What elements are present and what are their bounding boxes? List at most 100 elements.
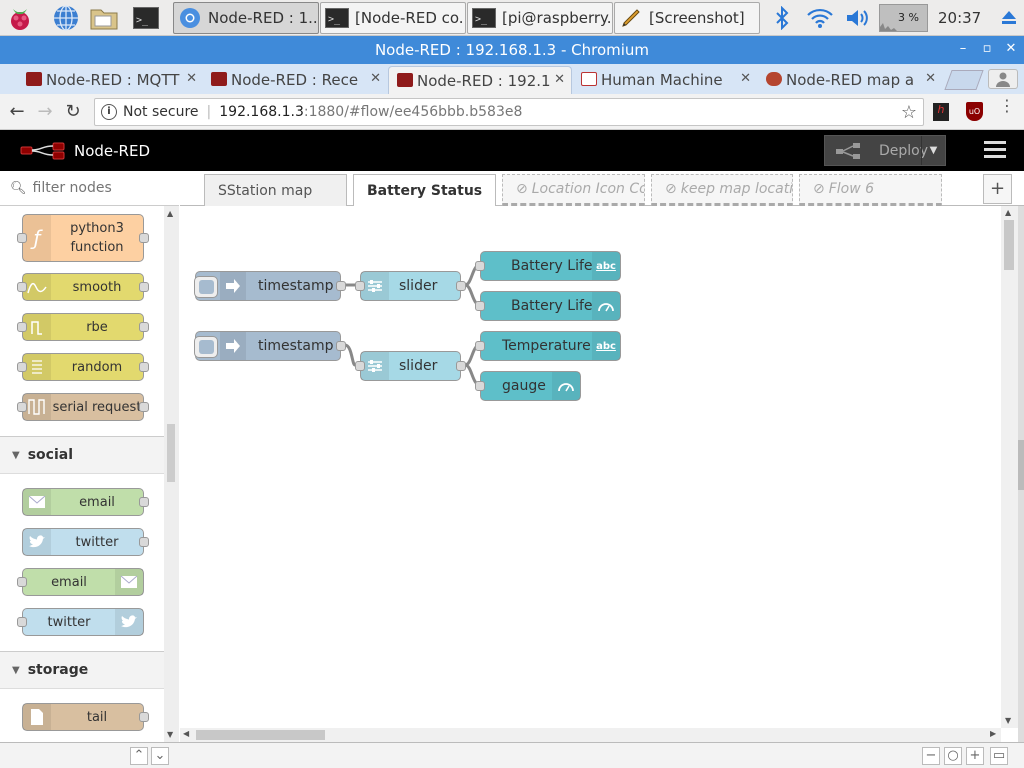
flow-node-slider[interactable]: slider [355,351,466,381]
scrollbar-thumb[interactable] [1004,220,1014,270]
task-pi-terminal[interactable]: >_ [pi@raspberry... [467,2,613,34]
canvas-vertical-scrollbar[interactable]: ▲ ▼ [1001,206,1018,728]
new-tab-button[interactable] [944,70,984,90]
bookmark-star-icon[interactable]: ☆ [901,102,917,123]
maximize-button[interactable]: ▫ [980,42,994,56]
category-header-storage[interactable]: ▼ storage [0,651,164,689]
file-manager-launcher-icon[interactable] [89,3,119,33]
palette-scrollbar[interactable]: ▲ ▼ [164,206,179,742]
palette-node-random[interactable]: random [17,353,149,381]
filter-nodes-input[interactable] [32,180,163,196]
info-icon[interactable]: i [101,104,117,120]
output-port[interactable] [456,361,466,371]
close-window-button[interactable]: ✕ [1004,42,1018,56]
volume-icon[interactable] [842,3,872,33]
flow-node-slider[interactable]: slider [355,271,466,301]
hamburger-menu-icon[interactable] [984,141,1006,159]
browser-menu-icon[interactable]: ⋮ [999,98,1015,114]
forward-arrow-icon[interactable]: → [34,101,56,123]
close-tab-icon[interactable]: ✕ [740,71,751,86]
flow-node-text[interactable]: Temperature abc [475,331,621,361]
input-port[interactable] [475,301,485,311]
output-port[interactable] [336,341,346,351]
flow-node-inject[interactable]: timestamp [194,331,346,361]
eject-icon[interactable] [994,3,1024,33]
extension-h-icon[interactable]: h [933,103,949,121]
browser-tab[interactable]: Human Machine ✕ [573,66,757,94]
collapse-all-icon[interactable]: ⌃ [130,747,148,765]
palette-node-twitter-in[interactable]: twitter [22,528,149,556]
profile-icon[interactable] [988,69,1018,89]
palette-node-python3-function[interactable]: ƒ python3 function [17,214,149,262]
sidebar-splitter[interactable] [1018,206,1024,742]
expand-all-icon[interactable]: ⌄ [151,747,169,765]
input-port[interactable] [475,261,485,271]
workspace-tab-active[interactable]: Battery Status [353,174,496,207]
filter-nodes-bar[interactable]: 🔍︎ [0,171,179,206]
palette-node-serial-request[interactable]: serial request [17,393,149,421]
close-tab-icon[interactable]: ✕ [370,71,381,86]
zoom-out-button[interactable]: − [922,747,940,765]
back-arrow-icon[interactable]: ← [6,101,28,123]
deploy-menu-chevron-icon[interactable]: ▼ [921,136,945,165]
bluetooth-icon[interactable] [767,3,797,33]
task-chromium[interactable]: Node-RED : 1... [173,2,319,34]
task-screenshot[interactable]: [Screenshot] [614,2,760,34]
input-port[interactable] [475,381,485,391]
output-port[interactable] [336,281,346,291]
address-bar[interactable]: i Not secure | 192.168.1.3:1880/#flow/ee… [94,98,924,126]
browser-tab[interactable]: Node-RED : Rece ✕ [203,66,387,94]
scroll-up-icon[interactable]: ▲ [167,209,173,218]
browser-tab[interactable]: Node-RED map a ✕ [758,66,942,94]
add-flow-button[interactable]: + [983,174,1012,204]
browser-tab[interactable]: Node-RED : MQTT ✕ [18,66,203,94]
browser-tab-active[interactable]: Node-RED : 192.1 ✕ [388,66,572,94]
terminal-launcher-icon[interactable]: >_ [131,3,161,33]
flow-node-inject[interactable]: timestamp [194,271,346,301]
workspace-tab-disabled[interactable]: ⊘keep map location [651,174,793,206]
palette-node-twitter-out[interactable]: twitter [17,608,144,636]
palette-node-email-out[interactable]: email [17,568,144,596]
palette-node-rbe[interactable]: rbe [17,313,149,341]
workspace-tab-disabled[interactable]: ⊘ Flow 6 [799,174,942,206]
input-port[interactable] [355,281,365,291]
wifi-icon[interactable] [805,3,835,33]
ublock-icon[interactable]: uO [966,102,983,121]
reload-icon[interactable]: ↻ [62,101,84,123]
scrollbar-thumb[interactable] [167,424,175,482]
window-titlebar[interactable]: Node-RED : 192.168.1.3 - Chromium – ▫ ✕ [0,36,1024,64]
navigator-button[interactable]: ▭ [990,747,1008,765]
close-tab-icon[interactable]: ✕ [186,71,197,86]
close-tab-icon[interactable]: ✕ [554,72,565,87]
inject-button[interactable] [194,276,218,298]
workspace-tab-disabled[interactable]: ⊘Location Icon Colo [502,174,645,206]
flow-node-gauge[interactable]: gauge [475,371,581,401]
output-port[interactable] [456,281,466,291]
web-browser-launcher-icon[interactable] [51,3,81,33]
scroll-left-icon[interactable]: ◀ [183,729,189,738]
palette-node-email-in[interactable]: email [22,488,149,516]
inject-button[interactable] [194,336,218,358]
workspace-tab[interactable]: SStation map [204,174,347,206]
deploy-button[interactable]: Deploy ▼ [824,135,946,166]
palette-node-smooth[interactable]: smooth [17,273,149,301]
flow-canvas[interactable]: timestamp slider Battery Life abc Batter… [180,206,1000,728]
close-tab-icon[interactable]: ✕ [925,71,936,86]
scroll-right-icon[interactable]: ▶ [990,729,996,738]
palette-node-tail[interactable]: tail [22,703,149,731]
input-port[interactable] [475,341,485,351]
zoom-reset-button[interactable]: ○ [944,747,962,765]
flow-node-gauge[interactable]: Battery Life [475,291,621,321]
flow-node-text[interactable]: Battery Life abc [475,251,621,281]
canvas-horizontal-scrollbar[interactable]: ◀ ▶ [180,728,1001,742]
task-node-red-console[interactable]: >_ [Node-RED co... [320,2,466,34]
category-header-social[interactable]: ▼ social [0,436,164,474]
raspberry-menu-icon[interactable] [5,3,35,33]
scroll-up-icon[interactable]: ▲ [1005,208,1011,217]
input-port[interactable] [355,361,365,371]
minimize-button[interactable]: – [956,42,970,56]
zoom-in-button[interactable]: + [966,747,984,765]
scrollbar-thumb[interactable] [196,730,325,740]
scroll-down-icon[interactable]: ▼ [167,730,173,739]
scroll-down-icon[interactable]: ▼ [1005,716,1011,725]
